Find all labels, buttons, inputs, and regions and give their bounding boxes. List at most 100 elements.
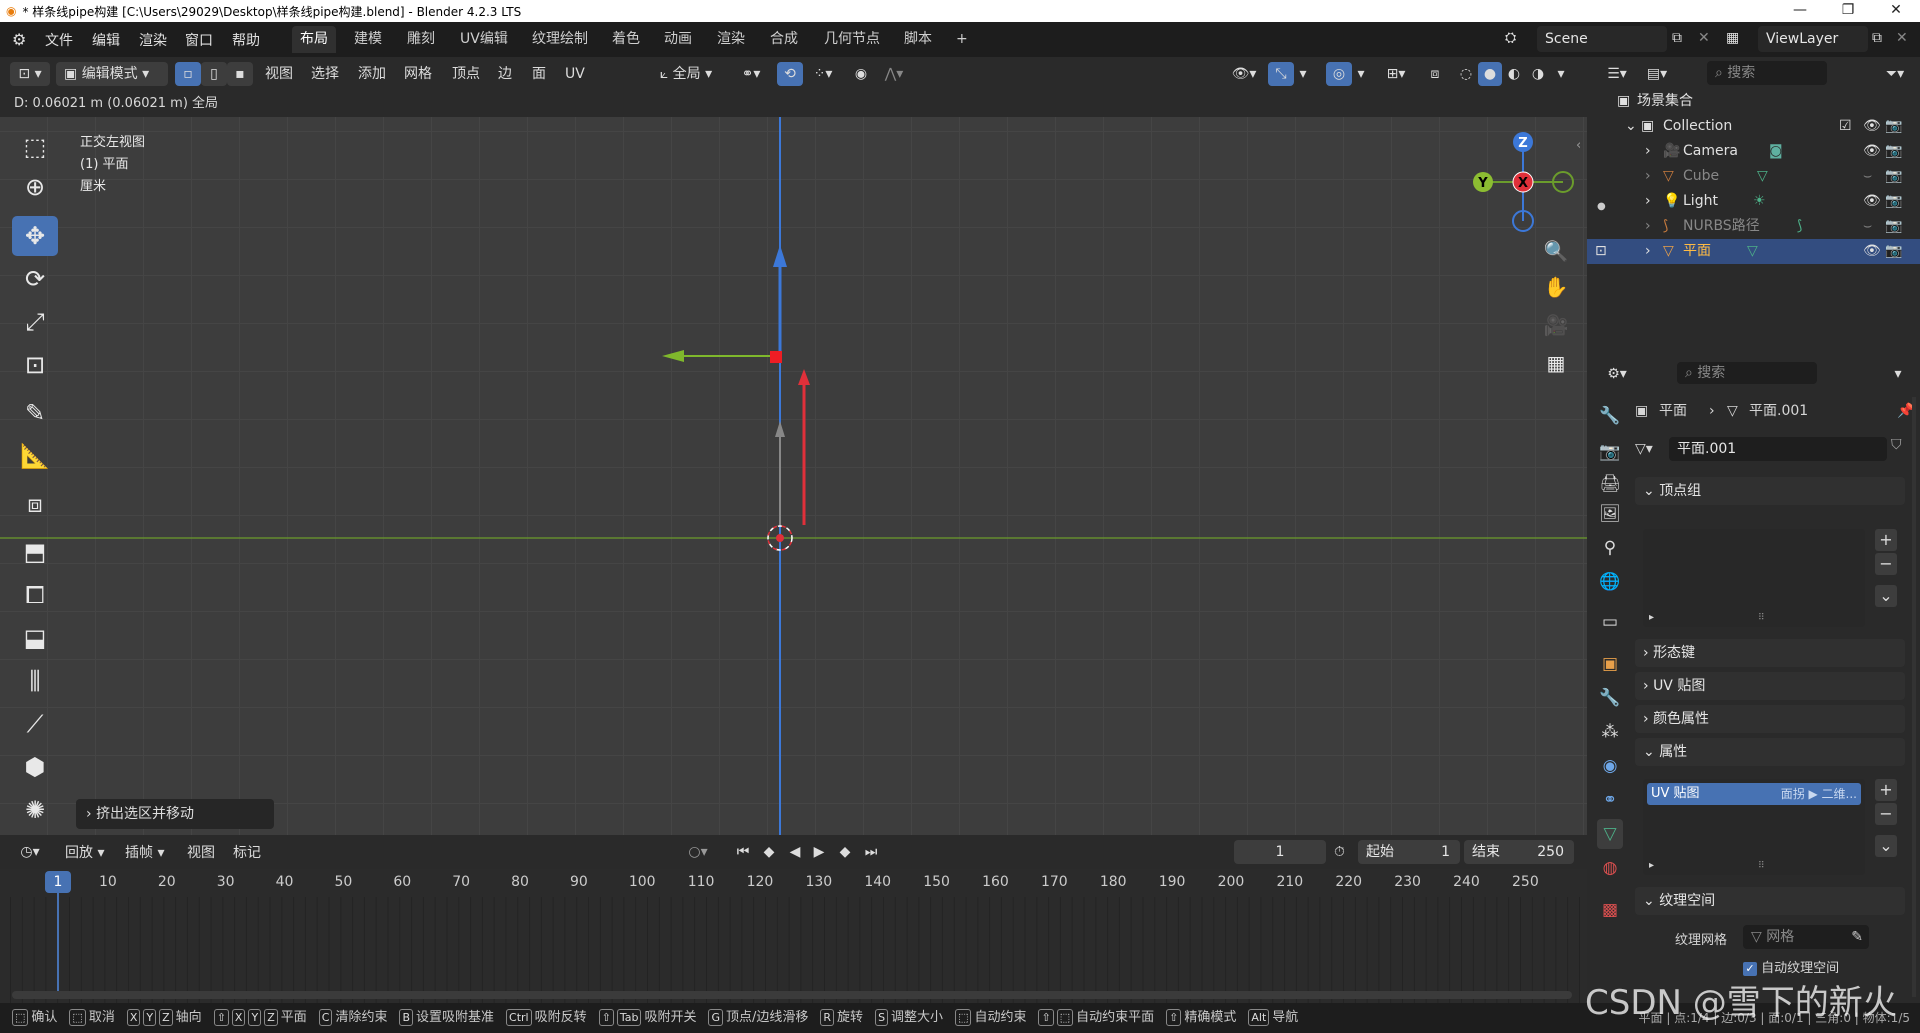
- world-tab-icon[interactable]: 🌐: [1597, 567, 1623, 597]
- jump-end-icon[interactable]: ⏭: [860, 840, 882, 864]
- play-reverse-icon[interactable]: ◀: [784, 840, 806, 864]
- solid-shading-icon[interactable]: ●: [1478, 62, 1502, 86]
- play-icon[interactable]: ▶: [808, 840, 830, 864]
- playhead-frame-badge[interactable]: 1: [45, 871, 71, 893]
- expand-chevron-icon[interactable]: ›: [1645, 139, 1651, 164]
- rendered-shading-icon[interactable]: ◑: [1526, 62, 1550, 86]
- menu-playback[interactable]: 回放 ▾: [65, 841, 104, 865]
- camera-render-icon[interactable]: 📷: [1885, 214, 1902, 239]
- curve-data-icon[interactable]: ⟆: [1797, 214, 1802, 239]
- vertex-groups-list[interactable]: ▸ ⠿: [1643, 529, 1865, 627]
- properties-search-input[interactable]: ⌕ 搜索: [1677, 362, 1817, 384]
- last-operator-panel[interactable]: › 挤出选区并移动: [76, 799, 274, 829]
- current-frame-field[interactable]: 1: [1234, 840, 1326, 864]
- outliner-item-camera[interactable]: › 🎥 Camera ◙ 👁 📷: [1587, 139, 1920, 164]
- delete-scene-icon[interactable]: ✕: [1698, 30, 1710, 46]
- object-tab-icon[interactable]: ▣: [1597, 649, 1623, 679]
- outliner-collection[interactable]: ⌄ ▣ Collection ☑ 👁 📷: [1587, 114, 1920, 139]
- menu-face[interactable]: 面: [532, 62, 546, 86]
- panel-color-attributes[interactable]: › 颜色属性: [1635, 705, 1905, 733]
- mesh-overlay-icon[interactable]: ⊞▾: [1378, 62, 1414, 86]
- timeline-scrollbar[interactable]: [12, 991, 1572, 999]
- pivot-point-icon[interactable]: ⚭▾: [733, 62, 769, 86]
- tab-uv-editing[interactable]: UV编辑: [452, 26, 516, 53]
- material-tab-icon[interactable]: ◍: [1597, 853, 1623, 883]
- menu-file[interactable]: 文件: [45, 30, 73, 50]
- eye-closed-icon[interactable]: ⌣: [1863, 214, 1872, 239]
- outliner-search-input[interactable]: ⌕ 搜索: [1707, 61, 1827, 85]
- eye-closed-icon[interactable]: ⌣: [1863, 164, 1872, 189]
- menu-select[interactable]: 选择: [311, 62, 339, 86]
- transform-orientation-dropdown[interactable]: ⟀ 全局 ▾: [648, 62, 724, 86]
- list-expand-icon[interactable]: ▸: [1649, 612, 1654, 623]
- camera-data-icon[interactable]: ◙: [1769, 139, 1783, 164]
- vertex-group-menu-icon[interactable]: ⌄: [1875, 585, 1897, 607]
- scale-tool-icon[interactable]: ⤢: [12, 302, 58, 342]
- menu-marker[interactable]: 标记: [233, 841, 261, 865]
- add-workspace-button[interactable]: +: [948, 26, 976, 53]
- move-tool-icon[interactable]: ✥: [12, 216, 58, 256]
- tab-geometry-nodes[interactable]: 几何节点: [816, 26, 888, 53]
- auto-keying-icon[interactable]: ○▾: [678, 840, 718, 864]
- proportional-edit-icon[interactable]: ◉: [848, 62, 874, 86]
- particles-tab-icon[interactable]: ⁂: [1597, 717, 1623, 747]
- jump-start-icon[interactable]: ⏮: [732, 840, 754, 864]
- viewlayer-field[interactable]: ViewLayer: [1758, 26, 1868, 52]
- panel-texture-space[interactable]: ⌄ 纹理空间: [1635, 887, 1905, 915]
- overlay-toggle-icon[interactable]: ◎: [1326, 62, 1352, 86]
- edit-mode-indicator-icon[interactable]: ⊡: [1595, 239, 1607, 264]
- expand-chevron-icon[interactable]: ⌄: [1625, 114, 1637, 139]
- camera-render-icon[interactable]: 📷: [1885, 239, 1902, 264]
- tab-rendering[interactable]: 渲染: [709, 26, 753, 53]
- expand-chevron-icon[interactable]: ›: [1645, 239, 1651, 264]
- eyedropper-icon[interactable]: ✎: [1851, 925, 1863, 949]
- menu-view[interactable]: 视图: [265, 62, 293, 86]
- panel-vertex-groups[interactable]: ⌄ 顶点组: [1635, 477, 1905, 505]
- camera-render-icon[interactable]: 📷: [1885, 189, 1902, 214]
- zoom-icon[interactable]: 🔍: [1538, 234, 1574, 268]
- eye-icon[interactable]: 👁: [1863, 139, 1881, 164]
- collection-tab-icon[interactable]: ▭: [1597, 607, 1623, 637]
- camera-render-icon[interactable]: 📷: [1885, 139, 1902, 164]
- checkbox-icon[interactable]: ☑: [1839, 114, 1852, 139]
- maximize-button[interactable]: ❐: [1828, 0, 1868, 22]
- tab-compositing[interactable]: 合成: [762, 26, 806, 53]
- select-box-tool-icon[interactable]: ⬚: [12, 127, 58, 167]
- timeline-area[interactable]: [0, 897, 1587, 1003]
- data-tab-icon[interactable]: ▽: [1597, 819, 1623, 849]
- menu-window[interactable]: 窗口: [185, 30, 213, 50]
- prev-keyframe-icon[interactable]: ◆: [756, 840, 782, 864]
- tool-tab-icon[interactable]: 🔧: [1597, 401, 1623, 431]
- camera-render-icon[interactable]: 📷: [1885, 164, 1902, 189]
- camera-render-icon[interactable]: 📷: [1885, 114, 1902, 139]
- expand-chevron-icon[interactable]: ›: [1645, 214, 1651, 239]
- transform-tool-icon[interactable]: ⊡: [12, 345, 58, 385]
- xray-toggle-icon[interactable]: ⧈: [1422, 62, 1448, 86]
- vertex-select-icon[interactable]: ▫: [175, 62, 201, 86]
- add-attribute-button[interactable]: +: [1875, 779, 1897, 801]
- inset-tool-icon[interactable]: ⧠: [12, 575, 58, 615]
- eye-icon[interactable]: 👁: [1863, 114, 1881, 139]
- filter-icon[interactable]: ⏷▾: [1877, 62, 1913, 86]
- blender-menu-icon[interactable]: ⚙: [12, 30, 26, 49]
- new-viewlayer-icon[interactable]: ⧉: [1872, 30, 1882, 46]
- mesh-data-icon[interactable]: ▽: [1757, 164, 1768, 189]
- camera-view-icon[interactable]: 🎥: [1538, 308, 1574, 342]
- eye-icon[interactable]: 👁: [1863, 239, 1881, 264]
- menu-keying[interactable]: 插帧 ▾: [125, 841, 164, 865]
- expand-chevron-icon[interactable]: ›: [1645, 189, 1651, 214]
- list-expand-icon[interactable]: ▸: [1649, 860, 1654, 871]
- tab-shading[interactable]: 着色: [604, 26, 648, 53]
- expand-chevron-icon[interactable]: ›: [1645, 164, 1651, 189]
- timeline-ruler[interactable]: 10 20 30 40 50 60 70 80 90 100 110 120 130 140 150 160 1…: [0, 869, 1587, 897]
- panel-attributes[interactable]: ⌄ 属性: [1635, 738, 1905, 766]
- shading-dropdown-icon[interactable]: ▾: [1552, 62, 1570, 86]
- bevel-tool-icon[interactable]: ⬓: [12, 618, 58, 658]
- options-dropdown-icon[interactable]: ▾: [1887, 362, 1909, 386]
- material-shading-icon[interactable]: ◐: [1502, 62, 1526, 86]
- view-layer-tab-icon[interactable]: 🖼: [1597, 499, 1623, 529]
- perspective-toggle-icon[interactable]: ▦: [1538, 346, 1574, 380]
- tab-sculpting[interactable]: 雕刻: [399, 26, 443, 53]
- texture-tab-icon[interactable]: ▩: [1597, 895, 1623, 925]
- next-keyframe-icon[interactable]: ◆: [832, 840, 858, 864]
